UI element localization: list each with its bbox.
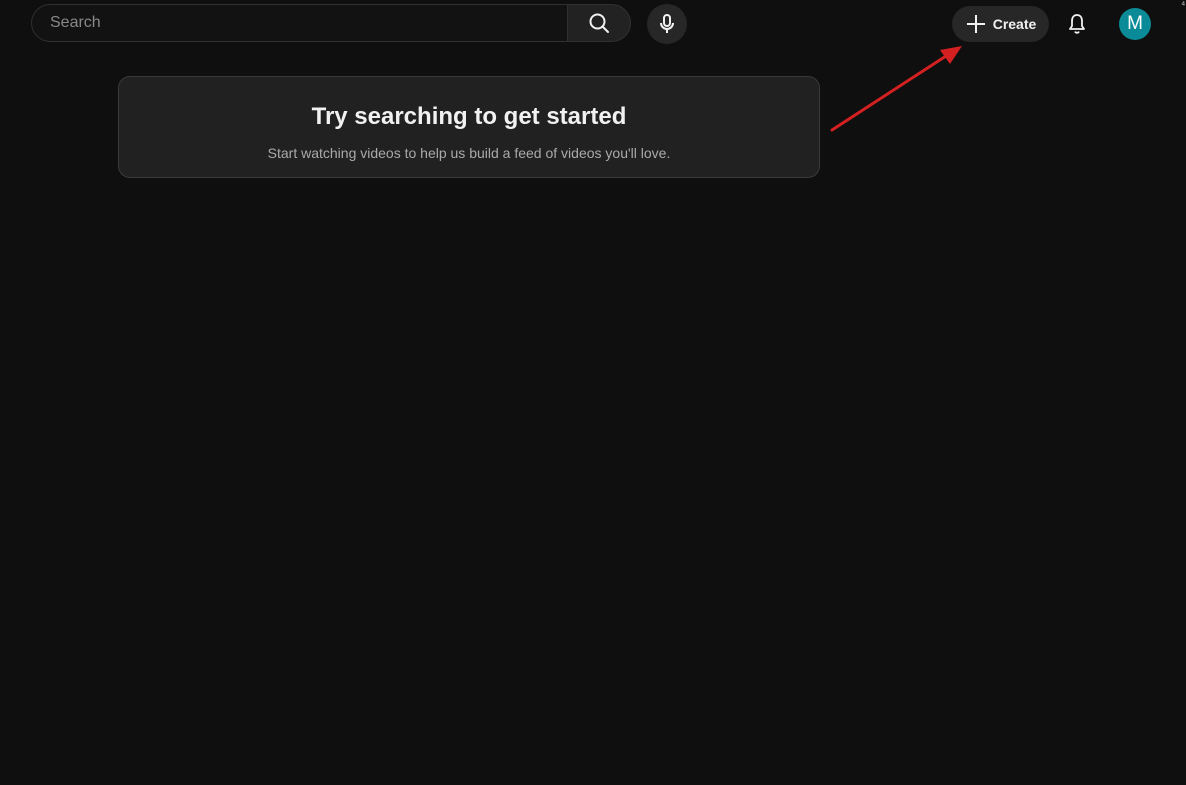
search-prompt-card: Try searching to get started Start watch… <box>118 76 820 178</box>
voice-search-button[interactable] <box>647 4 687 44</box>
corner-mark: ⁴ <box>1181 0 1186 8</box>
search-icon <box>589 13 609 33</box>
prompt-title: Try searching to get started <box>311 103 627 130</box>
prompt-subtitle: Start watching videos to help us build a… <box>267 145 671 161</box>
search-button[interactable] <box>567 4 631 42</box>
notifications-button[interactable] <box>1057 4 1097 44</box>
avatar[interactable]: M <box>1119 8 1151 40</box>
bell-icon <box>1069 14 1085 34</box>
search-input[interactable] <box>48 13 567 33</box>
youtube-home-page: Create M Try searching to get started St… <box>0 0 1186 785</box>
search-box <box>31 4 567 42</box>
annotation-arrow-shaft <box>830 54 948 132</box>
plus-icon <box>966 15 985 33</box>
microphone-icon <box>660 14 674 33</box>
annotation-arrow-head <box>940 46 962 64</box>
avatar-initial: M <box>1127 13 1143 34</box>
create-button-label: Create <box>992 16 1037 32</box>
create-button[interactable]: Create <box>952 6 1049 42</box>
